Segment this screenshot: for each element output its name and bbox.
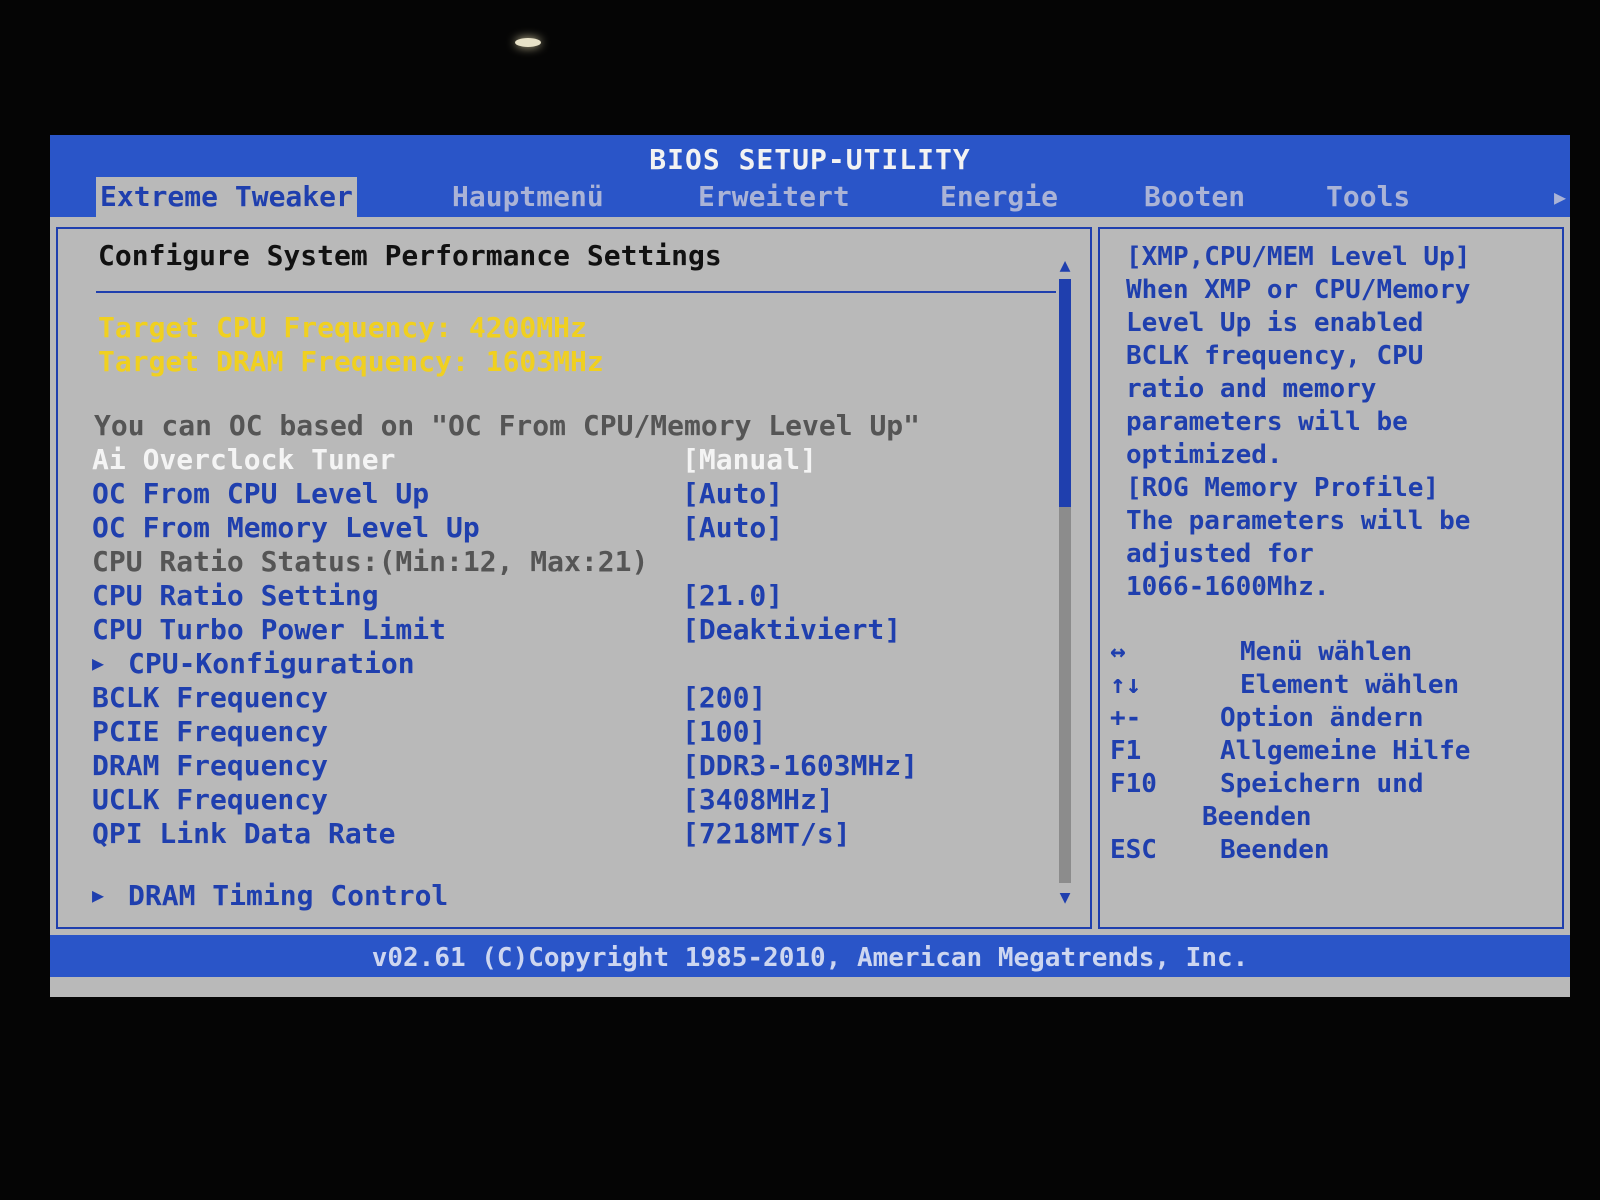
setting-label: BCLK Frequency bbox=[92, 681, 329, 714]
settings-panel: Configure System Performance Settings Ta… bbox=[56, 227, 1092, 929]
key-description: Beenden bbox=[1220, 835, 1330, 865]
tab-extreme-tweaker[interactable]: Extreme Tweaker bbox=[96, 177, 357, 217]
setting-label: CPU Turbo Power Limit bbox=[92, 613, 447, 646]
setting-label: OC From Memory Level Up bbox=[92, 511, 480, 544]
key-description: Element wählen bbox=[1240, 670, 1460, 700]
copyright-footer: v02.61 (C)Copyright 1985-2010, American … bbox=[50, 935, 1570, 977]
tab-energie[interactable]: Energie bbox=[936, 177, 1062, 217]
setting-value[interactable]: [21.0] bbox=[682, 579, 783, 612]
key-description: Menü wählen bbox=[1240, 637, 1413, 667]
scrollbar[interactable]: ▲ ▼ bbox=[1056, 257, 1074, 907]
section-title: Configure System Performance Settings bbox=[98, 239, 722, 272]
target-dram-frequency: Target DRAM Frequency: 1603MHz bbox=[98, 345, 604, 378]
key-arrows-horizontal-icon: ↔ bbox=[1110, 637, 1126, 667]
key-description: Beenden bbox=[1202, 802, 1312, 832]
setting-label: PCIE Frequency bbox=[92, 715, 329, 748]
key-label: F10 bbox=[1110, 769, 1157, 799]
key-description: Allgemeine Hilfe bbox=[1220, 736, 1471, 766]
target-cpu-frequency: Target CPU Frequency: 4200MHz bbox=[98, 311, 587, 344]
oc-note: You can OC based on "OC From CPU/Memory … bbox=[94, 409, 921, 442]
key-description: Option ändern bbox=[1220, 703, 1424, 733]
scroll-track[interactable] bbox=[1059, 279, 1071, 883]
title-divider bbox=[96, 291, 1056, 293]
key-description: Speichern und bbox=[1220, 769, 1424, 799]
setting-value[interactable]: [Deaktiviert] bbox=[682, 613, 901, 646]
tab-booten[interactable]: Booten bbox=[1140, 177, 1249, 217]
setting-label: QPI Link Data Rate bbox=[92, 817, 396, 850]
key-label: F1 bbox=[1110, 736, 1142, 766]
screen-reflection bbox=[515, 38, 541, 47]
submenu-arrow-icon: ▶ bbox=[92, 651, 105, 675]
help-text: [XMP,CPU/MEM Level Up] When XMP or CPU/M… bbox=[1126, 242, 1471, 602]
setting-label: UCLK Frequency bbox=[92, 783, 329, 816]
setting-label: Ai Overclock Tuner bbox=[92, 443, 396, 476]
setting-value[interactable]: [200] bbox=[682, 681, 766, 714]
setting-label: DRAM Timing Control bbox=[128, 879, 449, 912]
setting-value[interactable]: [3408MHz] bbox=[682, 783, 834, 816]
scroll-thumb[interactable] bbox=[1059, 279, 1071, 507]
key-label: ESC bbox=[1110, 835, 1157, 865]
setting-value[interactable]: [100] bbox=[682, 715, 766, 748]
setting-label: CPU Ratio Setting bbox=[92, 579, 379, 612]
tab-tools[interactable]: Tools bbox=[1322, 177, 1414, 217]
tab-hauptmenu[interactable]: Hauptmenü bbox=[448, 177, 608, 217]
bios-window: BIOS SETUP-UTILITY Extreme Tweaker Haupt… bbox=[50, 135, 1570, 997]
tab-erweitert[interactable]: Erweitert bbox=[694, 177, 854, 217]
bios-title: BIOS SETUP-UTILITY bbox=[50, 135, 1570, 177]
setting-value[interactable]: [Manual] bbox=[682, 443, 817, 476]
submenu-arrow-icon: ▶ bbox=[92, 883, 105, 907]
setting-value[interactable]: [Auto] bbox=[682, 511, 783, 544]
tab-scroll-right-icon[interactable]: ▶ bbox=[1554, 177, 1566, 217]
tab-bar: Extreme Tweaker Hauptmenü Erweitert Ener… bbox=[50, 177, 1570, 217]
scroll-up-icon[interactable]: ▲ bbox=[1056, 257, 1074, 275]
setting-label: CPU-Konfiguration bbox=[128, 647, 415, 680]
help-panel: [XMP,CPU/MEM Level Up] When XMP or CPU/M… bbox=[1098, 227, 1564, 929]
setting-label: OC From CPU Level Up bbox=[92, 477, 430, 510]
setting-label: CPU Ratio Status:(Min:12, Max:21) bbox=[92, 545, 649, 578]
setting-label: DRAM Frequency bbox=[92, 749, 329, 782]
setting-value[interactable]: [Auto] bbox=[682, 477, 783, 510]
key-arrows-vertical-icon: ↑↓ bbox=[1110, 670, 1142, 700]
setting-value[interactable]: [7218MT/s] bbox=[682, 817, 851, 850]
setting-value[interactable]: [DDR3-1603MHz] bbox=[682, 749, 918, 782]
key-label: +- bbox=[1110, 703, 1142, 733]
scroll-down-icon[interactable]: ▼ bbox=[1056, 889, 1074, 907]
